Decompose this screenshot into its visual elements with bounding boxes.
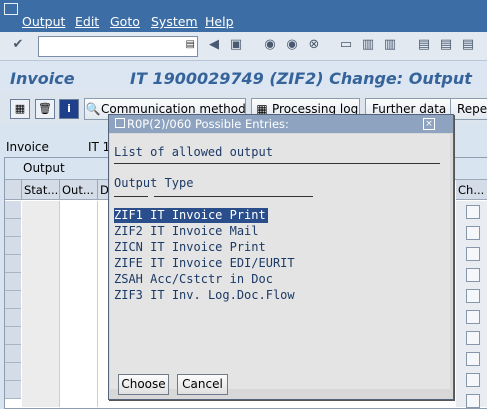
enter-check-icon[interactable]: ✔ — [10, 37, 26, 53]
output-type-text: IT Invoice EDI/EURIT — [150, 256, 295, 270]
output-type-code: ZICN — [114, 240, 143, 254]
menu-edit[interactable]: Edit — [75, 14, 99, 29]
delete-icon[interactable]: 🗑 — [35, 99, 55, 119]
repeat-button[interactable]: Repea — [450, 98, 487, 120]
menu-output[interactable]: Output — [22, 14, 65, 29]
output-type-option[interactable]: ZIF2 IT Invoice Mail — [114, 224, 261, 239]
find-next-icon[interactable]: ▥ — [382, 37, 398, 53]
output-type-code: ZIFE — [114, 256, 143, 270]
list-heading: List of allowed output — [114, 145, 273, 159]
command-history-icon[interactable]: ▤ — [186, 39, 195, 50]
prev-page-icon[interactable]: ▤ — [438, 37, 454, 53]
page-title: IT 1900029749 (ZIF2) Change: Output — [130, 69, 472, 88]
command-field[interactable]: ▤ — [38, 36, 198, 57]
back-icon[interactable]: ◉ — [262, 37, 278, 53]
output-column — [60, 201, 98, 407]
heading-divider — [114, 163, 440, 164]
row-selectors[interactable] — [5, 201, 22, 407]
print-icon[interactable]: ▭ — [338, 37, 354, 53]
close-icon[interactable]: × — [423, 118, 435, 130]
back-arrow-icon[interactable]: ◀ — [206, 37, 222, 53]
column-header-output[interactable]: Out... — [60, 180, 98, 200]
output-type-text: IT Inv. Log.Doc.Flow — [150, 288, 295, 302]
info-icon[interactable]: i — [59, 99, 79, 119]
overview-icon[interactable]: ▦ — [10, 99, 30, 119]
status-column — [22, 201, 60, 407]
output-type-option[interactable]: ZIF3 IT Inv. Log.Doc.Flow — [114, 288, 297, 303]
system-menu-icon[interactable] — [4, 3, 18, 15]
page-title-left: Invoice — [10, 69, 75, 88]
repeat-label: Repea — [457, 102, 487, 116]
save-icon[interactable]: ▣ — [228, 37, 244, 53]
menu-goto[interactable]: Goto — [110, 14, 140, 29]
invoice-type-label: IT 1 — [88, 140, 111, 154]
search-icon: 🔍 — [85, 102, 101, 116]
cancel-icon[interactable]: ⊗ — [306, 37, 322, 53]
invoice-label: Invoice — [6, 140, 49, 154]
menu-bar: Output Edit Goto System Help — [0, 0, 487, 32]
dialog-title-bar: R0P(2)/060 Possible Entries: × — [109, 115, 453, 133]
output-tab-label: Output — [23, 161, 65, 175]
output-type-option[interactable]: ZICN IT Invoice Print — [114, 240, 268, 255]
output-type-text: IT Invoice Mail — [150, 224, 259, 238]
menu-system[interactable]: System — [151, 14, 198, 29]
column-underline-code — [114, 196, 148, 197]
standard-toolbar: ✔ ▤ ◀ ▣ ◉ ◉ ⊗ ▭ ▥ ▥ ▤ ▤ ▤ — [0, 32, 487, 61]
output-type-code: ZSAH — [114, 272, 143, 286]
select-all-header[interactable] — [5, 180, 22, 200]
column-header-changed[interactable]: Ch... — [456, 180, 487, 200]
output-type-code: ZIF1 — [114, 208, 143, 222]
choose-button[interactable]: Choose — [118, 374, 169, 395]
cancel-button[interactable]: Cancel — [177, 374, 228, 395]
dialog-title: R0P(2)/060 Possible Entries: — [127, 117, 289, 131]
output-type-code: ZIF3 — [114, 288, 143, 302]
output-type-column-title: Output Type — [114, 176, 194, 190]
title-bar: Invoice IT 1900029749 (ZIF2) Change: Out… — [0, 61, 487, 93]
menu-help[interactable]: Help — [205, 14, 234, 29]
output-type-text: IT Invoice Print — [150, 240, 266, 254]
output-type-text: Acc/Cstctr in Doc — [150, 272, 273, 286]
dialog-body: List of allowed output Output Type ZIF1 … — [110, 134, 450, 389]
next-page-icon[interactable]: ▤ — [460, 37, 476, 53]
output-type-code: ZIF2 — [114, 224, 143, 238]
find-icon[interactable]: ▥ — [360, 37, 376, 53]
first-page-icon[interactable]: ▤ — [416, 37, 432, 53]
column-underline-text — [154, 196, 313, 197]
dialog-system-icon[interactable] — [115, 118, 125, 128]
output-type-option[interactable]: ZIF1 IT Invoice Print — [114, 208, 268, 223]
exit-icon[interactable]: ◉ — [284, 37, 300, 53]
column-header-status[interactable]: Stat... — [22, 180, 60, 200]
output-type-option[interactable]: ZIFE IT Invoice EDI/EURIT — [114, 256, 297, 271]
output-type-option[interactable]: ZSAH Acc/Cstctr in Doc — [114, 272, 275, 287]
output-type-text: IT Invoice Print — [150, 208, 266, 222]
possible-entries-dialog: R0P(2)/060 Possible Entries: × List of a… — [108, 114, 454, 400]
